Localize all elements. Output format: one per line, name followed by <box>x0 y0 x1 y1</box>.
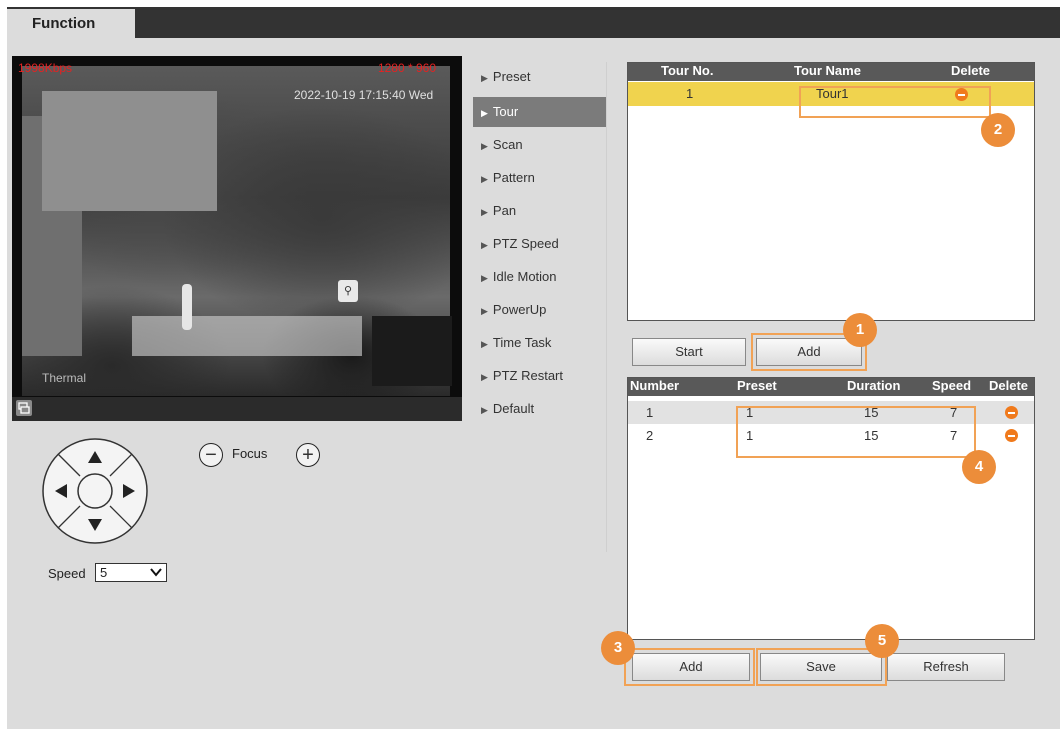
menu-item-time-task[interactable]: ▶ Time Task <box>473 328 606 358</box>
function-tab[interactable]: Function <box>7 7 135 40</box>
caret-right-icon: ▶ <box>481 240 488 250</box>
caret-right-icon: ▶ <box>481 405 488 415</box>
menu-item-default[interactable]: ▶ Default <box>473 394 606 424</box>
caret-right-icon: ▶ <box>481 207 488 217</box>
col-delete: Delete <box>951 63 991 78</box>
scene-dark-area <box>372 316 452 386</box>
menu-label: Tour <box>492 104 519 119</box>
menu-item-pan[interactable]: ▶ Pan <box>473 196 606 226</box>
col-speed: Speed <box>932 378 972 393</box>
number-cell: 1 <box>646 405 654 420</box>
speed-label: Speed <box>48 566 86 581</box>
menu-label: PTZ Restart <box>492 368 563 383</box>
menu-label: Preset <box>492 69 531 84</box>
menu-item-idle-motion[interactable]: ▶ Idle Motion <box>473 262 606 292</box>
menu-label: Pattern <box>492 170 535 185</box>
scene-building <box>42 91 217 211</box>
thermal-scene-image: ⚲ <box>22 66 452 396</box>
col-preset: Preset <box>737 378 777 393</box>
refresh-button[interactable]: Refresh <box>887 653 1005 681</box>
caret-right-icon: ▶ <box>481 141 488 151</box>
menu-item-ptz-speed[interactable]: ▶ PTZ Speed <box>473 229 606 259</box>
col-duration: Duration <box>847 378 901 393</box>
menu-label: Time Task <box>492 335 552 350</box>
caret-right-icon: ▶ <box>481 306 488 316</box>
bitrate-overlay: 1998Kbps <box>18 61 73 75</box>
menu-item-powerup[interactable]: ▶ PowerUp <box>473 295 606 325</box>
menu-divider <box>606 62 607 552</box>
channel-overlay: Thermal <box>42 371 87 385</box>
timestamp-overlay: 2022-10-19 17:15:40 Wed <box>294 88 434 102</box>
menu-item-ptz-restart[interactable]: ▶ PTZ Restart <box>473 361 606 391</box>
menu-label: PowerUp <box>492 302 547 317</box>
col-tour-name: Tour Name <box>794 63 861 78</box>
video-preview: ⚲ 1998Kbps 1280 * 960 2022-10-19 17:15:4… <box>12 56 462 421</box>
menu-item-scan[interactable]: ▶ Scan <box>473 130 606 160</box>
col-tour-no: Tour No. <box>661 63 714 78</box>
callout-badge-5: 5 <box>865 624 899 658</box>
video-toolbar <box>12 397 462 421</box>
speed-select[interactable]: 5 <box>95 563 167 582</box>
menu-label: Idle Motion <box>492 269 557 284</box>
ptz-direction-pad <box>40 436 150 546</box>
delete-row-icon[interactable] <box>1005 429 1018 442</box>
scene-sign-icon: ⚲ <box>338 280 358 302</box>
callout-badge-3: 3 <box>601 631 635 665</box>
caret-right-icon: ▶ <box>481 108 488 118</box>
caret-right-icon: ▶ <box>481 273 488 283</box>
menu-item-pattern[interactable]: ▶ Pattern <box>473 163 606 193</box>
callout-badge-4: 4 <box>962 450 996 484</box>
highlight-save <box>756 648 887 686</box>
tour-table-header: Tour No. Tour Name Delete <box>628 63 1034 81</box>
number-cell: 2 <box>646 428 654 443</box>
menu-label: Scan <box>492 137 523 152</box>
chevron-down-icon <box>150 566 162 581</box>
window-mode-icon[interactable] <box>16 400 32 416</box>
highlight-add-preset <box>624 648 755 686</box>
menu-label: Pan <box>492 203 517 218</box>
menu-label: Default <box>492 401 535 416</box>
caret-right-icon: ▶ <box>481 339 488 349</box>
delete-row-icon[interactable] <box>1005 406 1018 419</box>
focus-label: Focus <box>232 446 268 461</box>
start-tour-button[interactable]: Start <box>632 338 746 366</box>
speed-value: 5 <box>100 565 108 580</box>
resolution-overlay: 1280 * 960 <box>377 61 436 75</box>
top-bar <box>7 7 1060 38</box>
caret-right-icon: ▶ <box>481 73 488 83</box>
menu-item-preset[interactable]: ▶ Preset <box>473 62 606 92</box>
highlight-tour-name <box>799 86 991 118</box>
callout-badge-2: 2 <box>981 113 1015 147</box>
ptz-center-button[interactable] <box>77 473 113 509</box>
callout-badge-1: 1 <box>843 313 877 347</box>
preset-table-header: Number Preset Duration Speed Delete <box>628 378 1034 396</box>
col-number: Number <box>630 378 680 393</box>
menu-label: PTZ Speed <box>492 236 559 251</box>
menu-item-tour[interactable]: ▶ Tour <box>473 97 606 127</box>
caret-right-icon: ▶ <box>481 372 488 382</box>
col-delete: Delete <box>989 378 1029 393</box>
focus-minus-button[interactable]: − <box>199 443 223 467</box>
caret-right-icon: ▶ <box>481 174 488 184</box>
scene-person <box>182 284 192 330</box>
scene-road <box>132 316 362 356</box>
focus-plus-button[interactable]: + <box>296 443 320 467</box>
tour-no-cell: 1 <box>686 86 694 101</box>
highlight-preset-values <box>736 406 976 458</box>
